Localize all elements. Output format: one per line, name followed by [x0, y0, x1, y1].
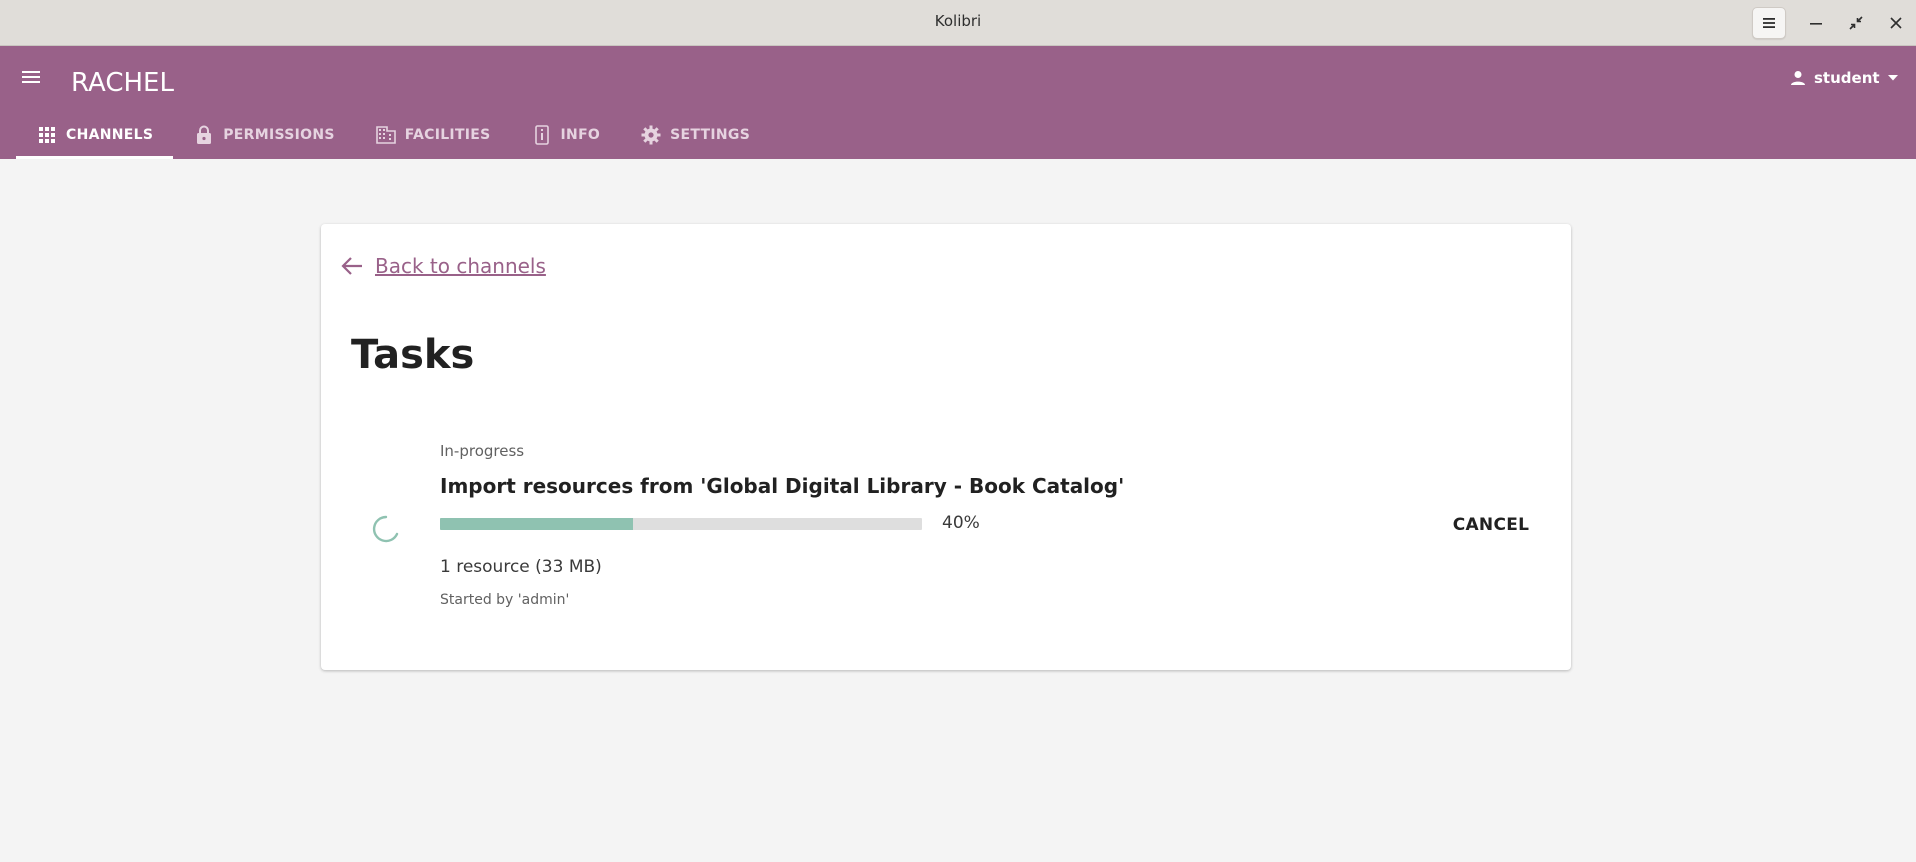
task-started-by: Started by 'admin' [440, 592, 570, 608]
hamburger-icon [22, 71, 40, 83]
app-header: RACHEL student CHANNELS PERMISSIONS FACI… [0, 46, 1916, 159]
tab-channels[interactable]: CHANNELS [16, 110, 174, 159]
close-icon [1890, 17, 1902, 29]
nav-tabs: CHANNELS PERMISSIONS FACILITIES INFO SET… [16, 110, 770, 159]
task-progress-fill [440, 518, 633, 530]
device-info-icon [531, 124, 553, 146]
tasks-card: Back to channels Tasks In-progress Impor… [321, 224, 1571, 670]
tab-label: CHANNELS [66, 126, 154, 143]
caret-down-icon [1887, 75, 1898, 81]
window-menu-button[interactable] [1752, 7, 1786, 39]
tab-label: PERMISSIONS [223, 126, 335, 143]
tab-label: FACILITIES [404, 126, 491, 143]
window-restore-button[interactable] [1839, 7, 1873, 39]
tab-info[interactable]: INFO [511, 110, 621, 159]
hamburger-icon [1763, 18, 1775, 28]
page-title: Tasks [351, 332, 475, 378]
tab-facilities[interactable]: FACILITIES [355, 110, 511, 159]
nav-menu-button[interactable] [18, 66, 44, 88]
task-progress-text: 40% [942, 513, 980, 533]
gear-icon [640, 124, 662, 146]
app-title: RACHEL [71, 68, 174, 98]
person-icon [1791, 71, 1805, 85]
building-icon [375, 124, 397, 146]
task-title: Import resources from 'Global Digital Li… [440, 474, 1125, 498]
back-link-label: Back to channels [375, 254, 546, 278]
spinner-icon [372, 515, 399, 543]
grid-icon [36, 124, 58, 146]
restore-icon [1849, 16, 1863, 30]
window-title: Kolibri [934, 12, 982, 30]
tab-label: INFO [560, 126, 601, 143]
back-to-channels-link[interactable]: Back to channels [341, 254, 546, 278]
tab-label: SETTINGS [670, 126, 751, 143]
tab-permissions[interactable]: PERMISSIONS [173, 110, 355, 159]
lock-icon [193, 124, 215, 146]
user-menu-button[interactable]: student [1790, 66, 1898, 90]
arrow-back-icon [341, 257, 362, 275]
user-name: student [1814, 69, 1880, 87]
window-close-button[interactable] [1879, 7, 1913, 39]
window-minimize-button[interactable] [1799, 7, 1833, 39]
minimize-icon [1810, 23, 1822, 25]
window-titlebar: Kolibri [0, 0, 1916, 46]
task-size: 1 resource (33 MB) [440, 557, 602, 577]
tab-settings[interactable]: SETTINGS [620, 110, 770, 159]
cancel-task-button[interactable]: CANCEL [1441, 507, 1541, 543]
task-progress-bar [440, 518, 922, 530]
task-status: In-progress [440, 442, 525, 460]
